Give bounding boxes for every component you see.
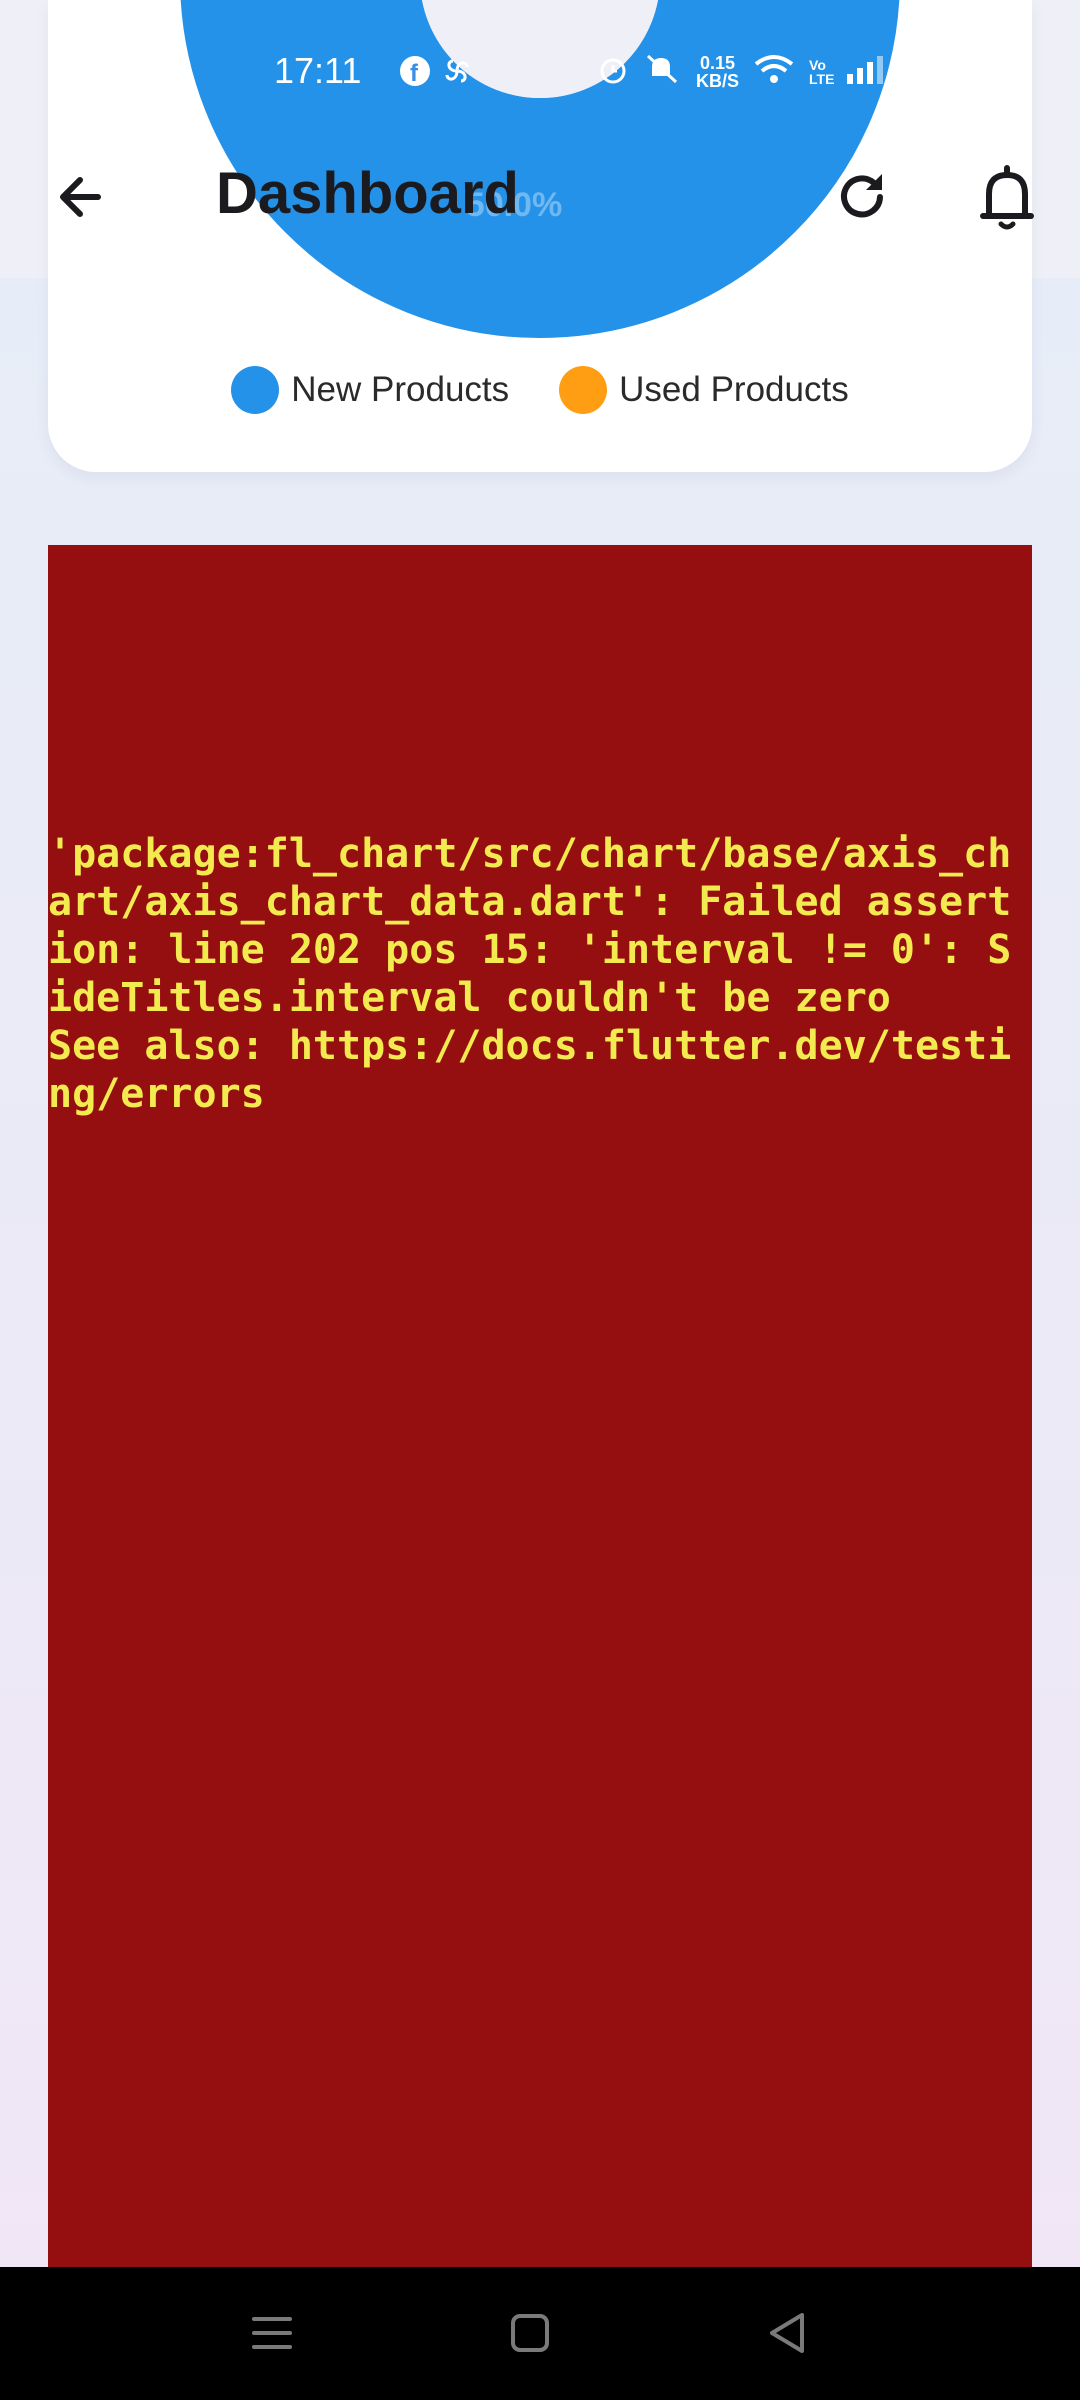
wifi-icon (753, 52, 795, 91)
status-bar: 17:11 f 0.15 KB/S Vo LTE (0, 40, 1080, 102)
back-button[interactable] (50, 162, 120, 232)
back-nav-button[interactable] (756, 2301, 820, 2365)
square-icon (511, 2314, 549, 2352)
home-button[interactable] (498, 2301, 562, 2365)
app-bar: Dashboard (0, 150, 1080, 240)
notification-icons: f (398, 54, 474, 96)
refresh-button[interactable] (828, 162, 898, 232)
flutter-error-widget: 'package:fl_chart/src/chart/base/axis_ch… (48, 545, 1032, 2267)
triangle-back-icon (770, 2313, 804, 2353)
error-message: 'package:fl_chart/src/chart/base/axis_ch… (48, 831, 1012, 1117)
menu-icon (252, 2317, 292, 2349)
bell-icon (980, 165, 1034, 230)
net-speed-unit: KB/S (696, 70, 740, 91)
legend-dot-new-products (231, 366, 280, 414)
battery-icon (899, 54, 969, 89)
system-navigation-bar (0, 2267, 1080, 2400)
legend-label-used-products: Used Products (619, 370, 849, 409)
mute-icon (644, 52, 682, 91)
refresh-icon (841, 174, 883, 218)
volte-icon: Vo LTE (809, 56, 835, 87)
notifications-button[interactable] (972, 160, 1042, 234)
status-system-icons: 0.15 KB/S Vo LTE (596, 52, 969, 91)
signal-icon (845, 54, 885, 89)
svg-text:f: f (410, 60, 419, 87)
arrow-back-icon (60, 177, 101, 217)
net-speed-value: 0.15 (699, 52, 736, 73)
legend-item-new-products: New Products (231, 366, 509, 414)
status-time: 17:11 (274, 50, 362, 91)
pinwheel-icon (440, 59, 474, 95)
page-title: Dashboard (216, 161, 519, 226)
chart-legend: New Products Used Products (48, 360, 1032, 420)
legend-item-used-products: Used Products (559, 366, 849, 414)
legend-label-new-products: New Products (291, 370, 510, 409)
alarm-icon (596, 52, 630, 91)
legend-dot-used-products (559, 366, 608, 414)
recent-apps-button[interactable] (240, 2301, 304, 2365)
net-speed: 0.15 KB/S (696, 54, 739, 90)
facebook-icon: f (398, 56, 440, 95)
